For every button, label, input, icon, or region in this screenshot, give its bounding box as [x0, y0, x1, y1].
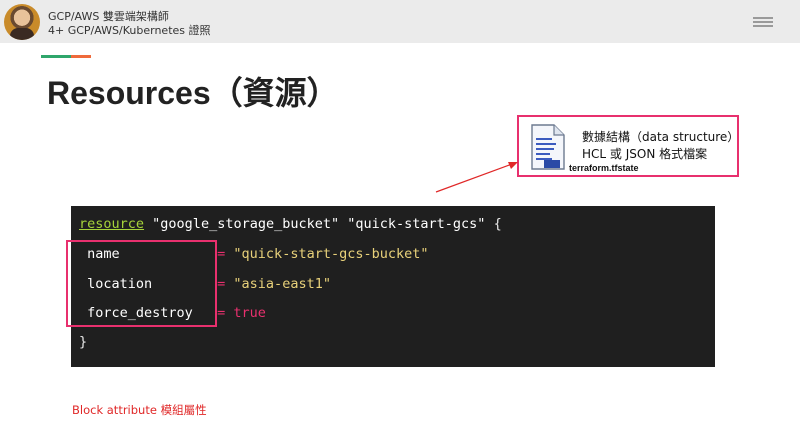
block-attribute-highlight — [66, 240, 217, 327]
code-line-resource: resource "google_storage_bucket" "quick-… — [79, 216, 502, 232]
header-bar: GCP/AWS 雙雲端架構師 4+ GCP/AWS/Kubernetes 證照 — [0, 0, 800, 43]
title-accent-bar — [41, 55, 91, 58]
callout-filename: terraform.tfstate — [569, 163, 639, 173]
callout-data-structure: 數據結構（data structure） — [582, 130, 740, 144]
state-file-callout: 數據結構（data structure） HCL 或 JSON 格式檔案 ter… — [517, 115, 739, 177]
callout-format: HCL 或 JSON 格式檔案 — [582, 147, 708, 161]
author-certifications: 4+ GCP/AWS/Kubernetes 證照 — [48, 24, 211, 37]
author-avatar — [4, 4, 40, 40]
code-line-close: } — [79, 334, 88, 350]
document-file-icon — [531, 124, 565, 170]
block-attribute-caption: Block attribute 模組屬性 — [72, 403, 207, 417]
hamburger-menu-icon[interactable] — [752, 15, 774, 29]
slide-title: Resources（資源） — [47, 75, 339, 111]
pointer-arrow — [435, 162, 518, 193]
